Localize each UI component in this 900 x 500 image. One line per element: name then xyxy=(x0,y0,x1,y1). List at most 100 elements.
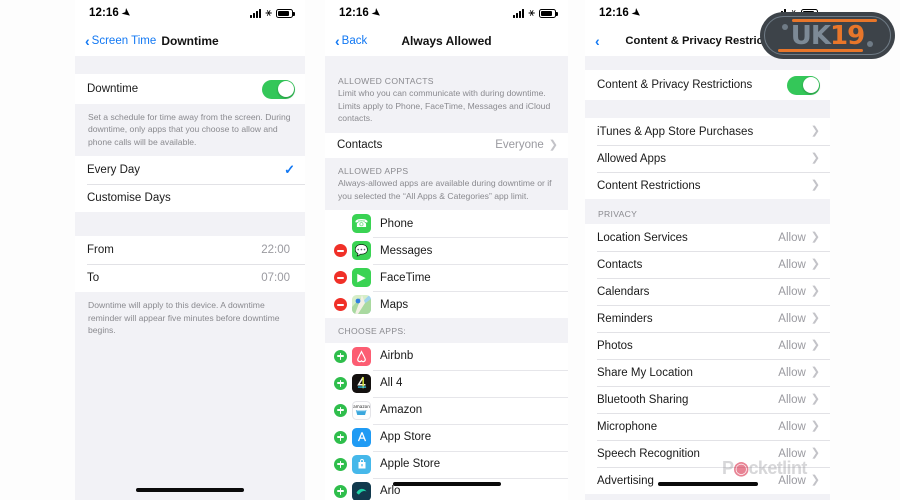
contacts-value: Everyone xyxy=(495,139,544,152)
remove-app-button[interactable] xyxy=(334,271,347,285)
chevron-right-icon: ❯ xyxy=(810,285,820,298)
list-item-app[interactable]: Arlo xyxy=(325,477,568,500)
list-item-app[interactable]: 💬 Messages xyxy=(325,237,568,265)
settings-list[interactable]: Content & Privacy Restrictions iTunes & … xyxy=(585,56,830,500)
row-value: Allow xyxy=(778,339,806,352)
back-button-screen-time[interactable]: ‹ Screen Time xyxy=(85,34,156,48)
add-app-button[interactable] xyxy=(334,430,347,444)
row-content-restrictions[interactable]: Content Restrictions ❯ xyxy=(585,172,830,199)
list-item-app[interactable]: Apple Store xyxy=(325,450,568,478)
amazon-icon: amazon xyxy=(352,400,371,420)
row-allowed-apps[interactable]: Allowed Apps ❯ xyxy=(585,145,830,172)
app-name: Airbnb xyxy=(380,350,414,363)
signal-bars-icon xyxy=(250,8,262,18)
chevron-right-icon: ❯ xyxy=(810,179,820,191)
add-app-button[interactable] xyxy=(334,349,347,363)
row-customise-days[interactable]: Customise Days xyxy=(75,184,305,213)
row-downtime-toggle[interactable]: Downtime xyxy=(75,74,305,104)
row-value: Allow xyxy=(778,285,806,298)
row-value: Allow xyxy=(778,420,806,433)
badge-placeholder xyxy=(334,217,347,230)
row-microphone[interactable]: Microphone Allow ❯ xyxy=(585,413,830,441)
row-itunes-app-store-purchases[interactable]: iTunes & App Store Purchases ❯ xyxy=(585,118,830,145)
content-privacy-toggle[interactable] xyxy=(787,75,820,95)
section-spacer xyxy=(585,100,830,118)
downtime-description: Set a schedule for time away from the sc… xyxy=(75,104,305,157)
app-name: Phone xyxy=(380,217,414,230)
row-contacts[interactable]: Contacts Allow ❯ xyxy=(585,251,830,279)
row-share-my-location[interactable]: Share My Location Allow ❯ xyxy=(585,359,830,387)
list-item-app[interactable]: All 4 xyxy=(325,369,568,397)
all4-icon xyxy=(352,373,371,393)
row-label: Customise Days xyxy=(87,192,171,205)
battery-icon xyxy=(276,8,295,18)
remove-app-button[interactable] xyxy=(334,298,347,312)
allowed-contacts-header: ALLOWED CONTACTS Limit who you can commu… xyxy=(325,68,568,133)
home-indicator[interactable] xyxy=(392,482,501,486)
chevron-left-icon: ‹ xyxy=(335,33,340,49)
row-to-time[interactable]: To 07:00 xyxy=(75,264,305,293)
row-value: Allow xyxy=(778,258,806,271)
row-location-services[interactable]: Location Services Allow ❯ xyxy=(585,224,830,252)
back-button[interactable]: ‹ Back xyxy=(335,34,367,48)
list-item-app[interactable]: Airbnb xyxy=(325,342,568,370)
choose-apps-header: CHOOSE APPS: xyxy=(325,318,568,343)
list-item-app[interactable]: Maps xyxy=(325,291,568,319)
list-item-app[interactable]: ▶ FaceTime xyxy=(325,264,568,292)
section-spacer xyxy=(75,212,305,237)
time-range-group: From 22:00 To 07:00 xyxy=(75,236,305,293)
from-time-value[interactable]: 22:00 xyxy=(261,244,290,256)
add-app-button[interactable] xyxy=(334,403,347,417)
app-store-icon xyxy=(352,427,371,447)
row-calendars[interactable]: Calendars Allow ❯ xyxy=(585,278,830,306)
row-from-time[interactable]: From 22:00 xyxy=(75,236,305,265)
row-label: Contacts xyxy=(597,258,643,271)
row-label: Contacts xyxy=(337,139,383,152)
arlo-glyph-icon xyxy=(356,488,367,495)
row-label: Photos xyxy=(597,339,633,352)
list-item-app[interactable]: App Store xyxy=(325,423,568,451)
list-item-app[interactable]: ☎ Phone xyxy=(325,210,568,238)
add-app-button[interactable] xyxy=(334,376,347,390)
add-app-button[interactable] xyxy=(334,457,347,471)
logo-dot-right xyxy=(867,41,873,47)
chevron-right-icon: ❯ xyxy=(810,474,820,487)
row-photos[interactable]: Photos Allow ❯ xyxy=(585,332,830,360)
to-time-value[interactable]: 07:00 xyxy=(261,272,290,284)
row-contacts[interactable]: Contacts Everyone ❯ xyxy=(325,132,568,158)
list-item-app[interactable]: amazon Amazon xyxy=(325,396,568,424)
screenshot-stage: 12:16➤ ⚹ ‹ Screen Time Downtime Downtime xyxy=(0,0,900,500)
downtime-toggle-group: Downtime xyxy=(75,74,305,104)
phone-icon: ☎ xyxy=(352,214,371,234)
row-label: Content Restrictions xyxy=(597,179,701,192)
row-label: Bluetooth Sharing xyxy=(597,393,689,406)
app-name: Amazon xyxy=(380,404,423,417)
row-label: To xyxy=(87,272,100,285)
row-label: Calendars xyxy=(597,285,650,298)
add-app-button[interactable] xyxy=(334,484,347,498)
downtime-toggle[interactable] xyxy=(262,79,295,99)
all4-glyph-icon xyxy=(356,376,366,389)
section-description: Limit who you can communicate with durin… xyxy=(338,88,551,124)
logo-dot-left xyxy=(782,24,788,30)
status-bar-indicators: ⚹ xyxy=(513,6,558,19)
home-indicator[interactable] xyxy=(657,482,758,486)
settings-list[interactable]: Downtime Set a schedule for time away fr… xyxy=(75,56,305,500)
section-caption: PRIVACY xyxy=(598,209,638,219)
row-label: Share My Location xyxy=(597,366,693,379)
chevron-right-icon: ❯ xyxy=(810,231,820,244)
row-content-privacy-toggle[interactable]: Content & Privacy Restrictions xyxy=(585,70,830,100)
row-bluetooth-sharing[interactable]: Bluetooth Sharing Allow ❯ xyxy=(585,386,830,414)
apple-store-glyph-icon xyxy=(358,459,365,469)
remove-app-button[interactable] xyxy=(334,244,347,258)
app-store-glyph-icon xyxy=(357,432,366,442)
chevron-right-icon: ❯ xyxy=(810,258,820,271)
home-indicator[interactable] xyxy=(136,488,244,492)
back-button[interactable]: ‹ xyxy=(595,34,602,48)
section-caption: CHOOSE APPS: xyxy=(338,326,407,337)
row-reminders[interactable]: Reminders Allow ❯ xyxy=(585,305,830,333)
row-every-day[interactable]: Every Day ✓ xyxy=(75,156,305,185)
settings-list[interactable]: ALLOWED CONTACTS Limit who you can commu… xyxy=(325,56,568,500)
status-bar-time: 12:16 xyxy=(89,7,119,19)
wifi-icon: ⚹ xyxy=(528,6,535,19)
